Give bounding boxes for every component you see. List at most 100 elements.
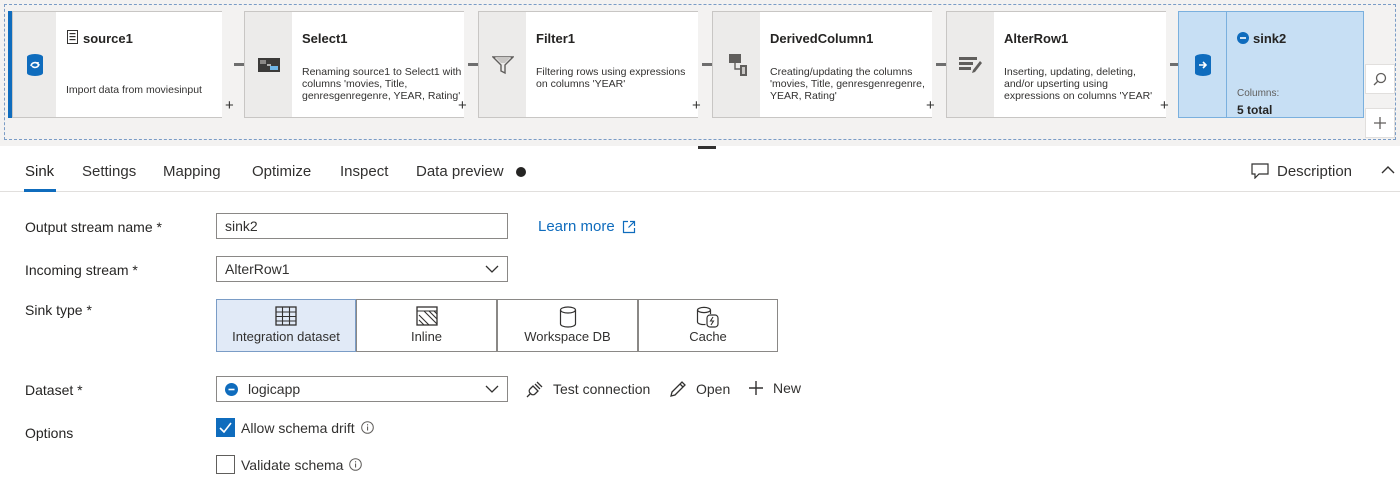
dataset-value: logicapp bbox=[248, 381, 301, 397]
sink-type-option-label: Workspace DB bbox=[524, 329, 611, 344]
database-icon bbox=[559, 306, 576, 328]
sink-node-icon-box bbox=[1179, 12, 1227, 117]
dataset-type-icon bbox=[1237, 32, 1249, 44]
node-description: Inserting, updating, deleting, and/or up… bbox=[1004, 66, 1153, 102]
comment-icon bbox=[1251, 163, 1269, 179]
node-title: source1 bbox=[83, 31, 133, 46]
search-icon bbox=[1373, 72, 1387, 86]
tab-inspect[interactable]: Inspect bbox=[340, 163, 388, 180]
node-connector bbox=[1170, 63, 1178, 66]
tab-optimize[interactable]: Optimize bbox=[252, 163, 311, 180]
settings-tabs: Sink Settings Mapping Optimize Inspect D… bbox=[0, 152, 1400, 192]
cache-database-icon bbox=[696, 306, 719, 328]
alterrow-node-icon-box bbox=[946, 11, 994, 118]
test-connection-button[interactable]: Test connection bbox=[526, 380, 650, 398]
info-icon[interactable] bbox=[360, 421, 374, 434]
sink-type-integration-dataset[interactable]: Integration dataset bbox=[216, 299, 356, 352]
node-select1[interactable]: Select1 Renaming source1 to Select1 with… bbox=[244, 11, 478, 118]
sink-type-inline[interactable]: Inline bbox=[356, 299, 497, 352]
node-title: Select1 bbox=[302, 31, 348, 46]
status-dot-icon bbox=[516, 167, 526, 177]
pencil-icon bbox=[670, 381, 686, 397]
tab-sink[interactable]: Sink bbox=[25, 163, 54, 180]
output-stream-field[interactable] bbox=[216, 213, 508, 239]
select-node-body: Select1 Renaming source1 to Select1 with… bbox=[292, 11, 464, 118]
node-connector bbox=[702, 63, 712, 66]
allow-schema-drift-label: Allow schema drift bbox=[241, 419, 355, 436]
sink-type-workspace-db[interactable]: Workspace DB bbox=[497, 299, 638, 352]
active-tab-indicator bbox=[24, 189, 56, 192]
source-node-icon-box bbox=[12, 11, 56, 118]
add-transform-button[interactable]: + bbox=[458, 97, 467, 114]
collapse-panel-button[interactable] bbox=[1381, 162, 1395, 178]
select-node-icon-box bbox=[244, 11, 292, 118]
tab-data-preview[interactable]: Data preview bbox=[416, 163, 504, 180]
allow-schema-drift-checkbox[interactable] bbox=[216, 418, 235, 437]
inline-hatch-icon bbox=[415, 306, 438, 326]
add-transform-button[interactable]: + bbox=[692, 97, 701, 114]
info-icon[interactable] bbox=[349, 458, 363, 471]
node-alterrow1[interactable]: AlterRow1 Inserting, updating, deleting,… bbox=[946, 11, 1180, 118]
node-title: AlterRow1 bbox=[1004, 31, 1069, 46]
description-button[interactable]: Description bbox=[1251, 160, 1352, 182]
test-connection-label: Test connection bbox=[553, 381, 651, 397]
node-connector bbox=[468, 63, 478, 66]
document-icon bbox=[67, 30, 78, 44]
filter-node-body: Filter1 Filtering rows using expressions… bbox=[526, 11, 698, 118]
allow-schema-drift-option[interactable]: Allow schema drift bbox=[216, 418, 374, 437]
node-description: Filtering rows using expressions on colu… bbox=[536, 66, 686, 90]
filter-funnel-icon bbox=[491, 55, 514, 74]
add-transform-button[interactable]: + bbox=[1160, 97, 1169, 114]
tab-settings[interactable]: Settings bbox=[82, 163, 136, 180]
output-stream-label: Output stream name * bbox=[25, 219, 162, 235]
source-database-icon bbox=[26, 53, 43, 76]
checkmark-icon bbox=[219, 422, 232, 433]
output-stream-input[interactable] bbox=[225, 218, 499, 234]
chevron-down-icon bbox=[485, 385, 499, 393]
node-title: Filter1 bbox=[536, 31, 576, 46]
derived-node-icon-box bbox=[712, 11, 760, 118]
new-dataset-button[interactable]: New bbox=[748, 380, 801, 396]
node-connector bbox=[234, 63, 244, 66]
options-label: Options bbox=[25, 425, 74, 441]
plug-icon bbox=[526, 381, 543, 398]
source-node-body: source1 Import data from moviesinput bbox=[56, 11, 222, 118]
node-description: Import data from moviesinput bbox=[66, 84, 202, 96]
add-transform-button[interactable]: + bbox=[926, 97, 935, 114]
learn-more-label: Learn more bbox=[538, 218, 615, 235]
learn-more-link[interactable]: Learn more bbox=[538, 218, 636, 235]
chevron-up-icon bbox=[1381, 166, 1395, 174]
external-link-icon bbox=[622, 220, 635, 233]
sink-type-cache[interactable]: Cache bbox=[638, 299, 778, 352]
incoming-stream-dropdown[interactable]: AlterRow1 bbox=[216, 256, 508, 282]
incoming-stream-label: Incoming stream * bbox=[25, 262, 138, 278]
alter-row-icon bbox=[958, 56, 982, 73]
sink-columns-label: Columns: bbox=[1237, 88, 1280, 99]
dataset-type-icon bbox=[225, 382, 238, 396]
node-filter1[interactable]: Filter1 Filtering rows using expressions… bbox=[478, 11, 712, 118]
dataset-label: Dataset * bbox=[25, 382, 83, 398]
zoom-search-button[interactable] bbox=[1365, 64, 1395, 94]
description-label: Description bbox=[1277, 162, 1353, 180]
sink-columns-value: 5 total bbox=[1237, 103, 1273, 117]
zoom-in-button[interactable] bbox=[1365, 108, 1395, 138]
node-source1[interactable]: source1 Import data from moviesinput + bbox=[12, 11, 246, 118]
node-sink2[interactable]: sink2 Columns: 5 total bbox=[1178, 11, 1364, 118]
filter-node-icon-box bbox=[478, 11, 526, 118]
open-dataset-button[interactable]: Open bbox=[669, 380, 730, 398]
dataflow-canvas[interactable]: source1 Import data from moviesinput + S… bbox=[0, 0, 1400, 146]
dataset-dropdown[interactable]: logicapp bbox=[216, 376, 508, 402]
derived-column-icon bbox=[728, 53, 747, 76]
panel-resize-handle[interactable] bbox=[698, 146, 716, 149]
plus-icon bbox=[749, 381, 763, 395]
chevron-down-icon bbox=[485, 265, 499, 273]
add-transform-button[interactable]: + bbox=[225, 97, 234, 114]
validate-schema-checkbox[interactable] bbox=[216, 455, 235, 474]
node-connector bbox=[936, 63, 946, 66]
node-description: Renaming source1 to Select1 with columns… bbox=[302, 66, 462, 102]
tab-mapping[interactable]: Mapping bbox=[163, 163, 221, 180]
select-columns-icon bbox=[257, 57, 280, 72]
node-title: DerivedColumn1 bbox=[770, 31, 874, 46]
validate-schema-option[interactable]: Validate schema bbox=[216, 455, 363, 474]
node-derivedcolumn1[interactable]: DerivedColumn1 Creating/updating the col… bbox=[712, 11, 946, 118]
